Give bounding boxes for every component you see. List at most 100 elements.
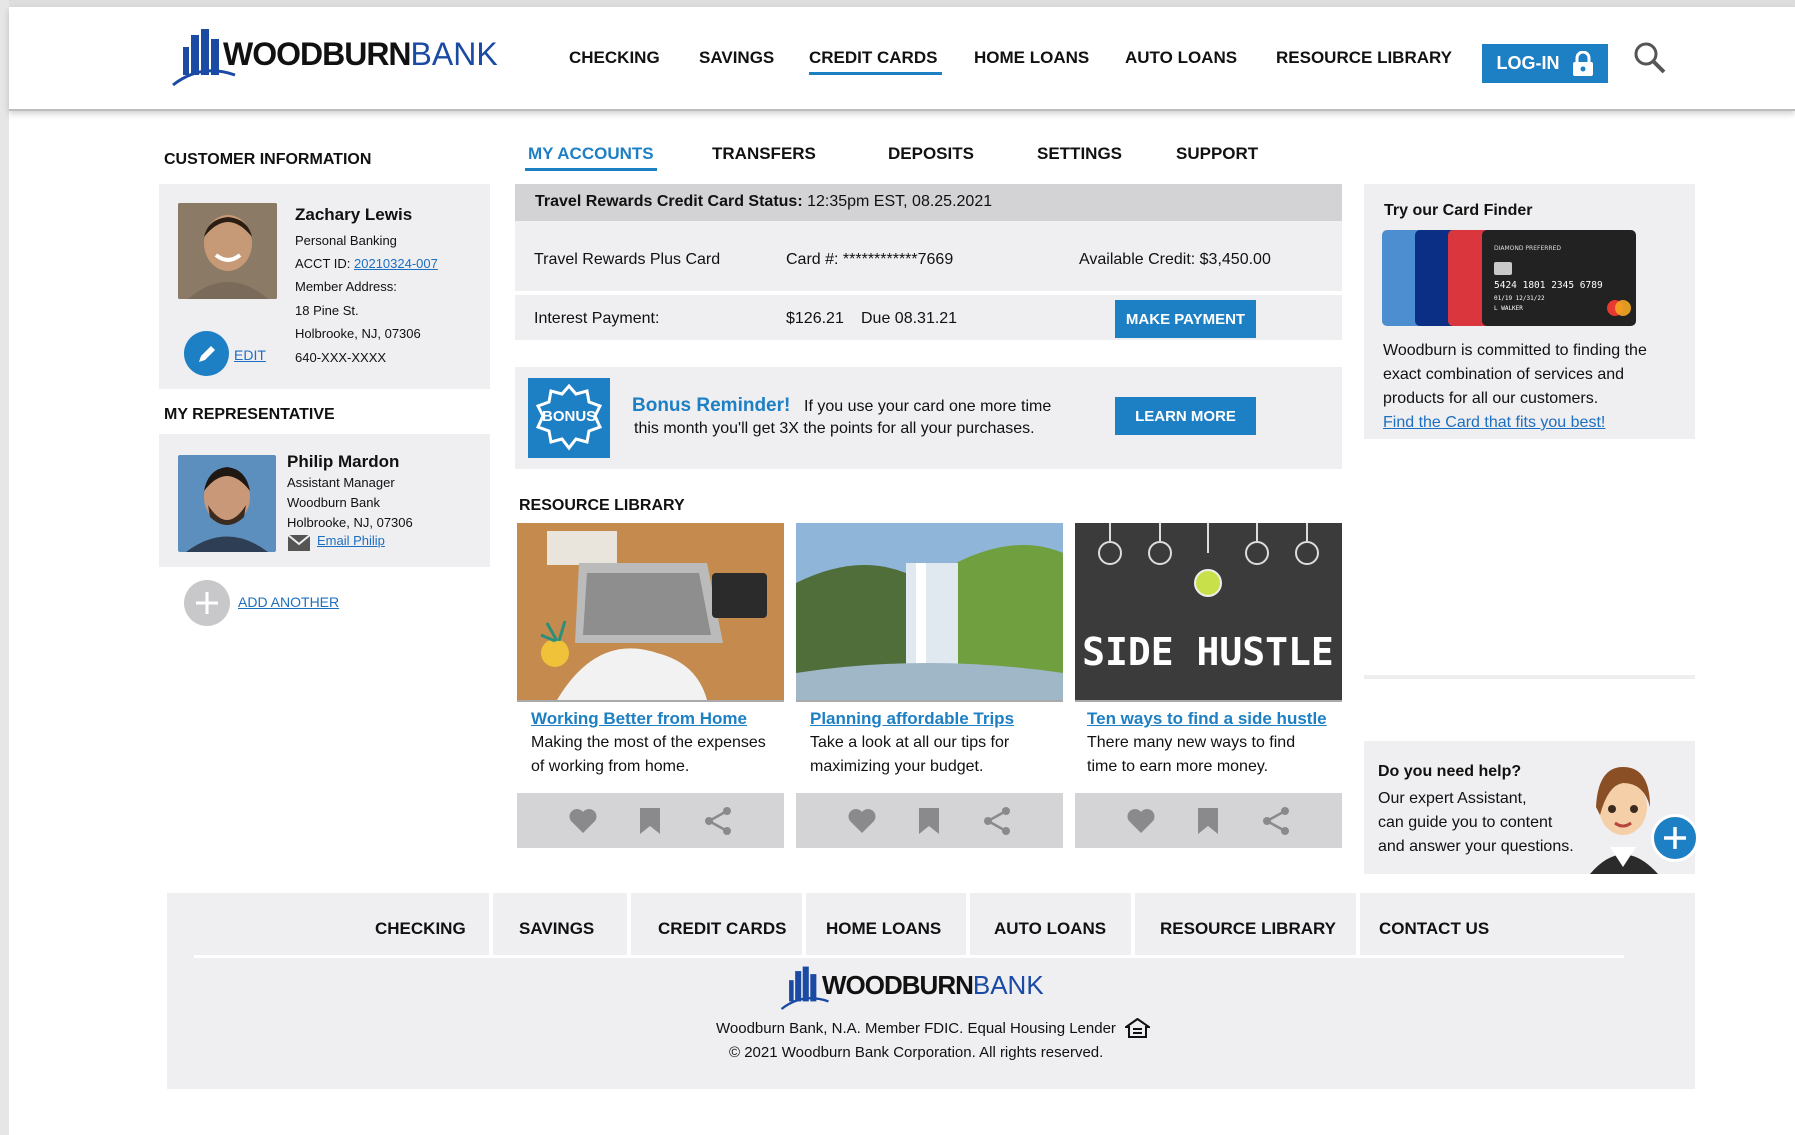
bonus-text-1: If you use your card one more time — [804, 398, 1052, 415]
customer-phone: 640-XXX-XXXX — [295, 350, 387, 365]
bookmark-icon[interactable] — [918, 807, 940, 835]
nav-home-loans[interactable]: HOME LOANS — [974, 48, 1089, 68]
logo-bank: BANK — [410, 36, 498, 72]
tab-transfers[interactable]: TRANSFERS — [712, 144, 816, 164]
footer-resource-library[interactable]: RESOURCE LIBRARY — [1160, 919, 1336, 939]
bonus-badge-text: BONUS — [542, 408, 597, 425]
card-row: Travel Rewards Plus Card Card #: *******… — [515, 221, 1342, 291]
heart-icon[interactable] — [847, 808, 877, 834]
header-logo[interactable]: WOODBURN BANK — [171, 25, 498, 87]
footer-savings[interactable]: SAVINGS — [519, 919, 594, 939]
nav-auto-loans[interactable]: AUTO LOANS — [1125, 48, 1237, 68]
footer-legal-1: Woodburn Bank, N.A. Member FDIC. Equal H… — [716, 1020, 1116, 1037]
footer-logo-wood: WOODBURN — [822, 970, 974, 1000]
footer-logo[interactable]: WOODBURN BANK — [780, 963, 1044, 1011]
help-title: Do you need help? — [1378, 763, 1522, 780]
nav-savings[interactable]: SAVINGS — [699, 48, 774, 68]
add-another-button[interactable] — [184, 580, 230, 626]
interest-due: Due 08.31.21 — [861, 310, 958, 327]
card-number: Card #: ************7669 — [786, 251, 954, 268]
learn-more-button[interactable]: LEARN MORE — [1115, 397, 1256, 435]
login-button[interactable]: LOG-IN — [1482, 44, 1608, 83]
library-card-3-line1: There many new ways to find — [1087, 734, 1296, 751]
customer-name: Zachary Lewis — [295, 205, 413, 224]
window-left-edge — [0, 0, 9, 1135]
edit-button[interactable] — [184, 331, 229, 376]
tab-support[interactable]: SUPPORT — [1176, 144, 1258, 164]
library-card-3-actions — [1075, 793, 1342, 848]
edit-link[interactable]: EDIT — [234, 347, 266, 363]
customer-city: Holbrooke, NJ, 07306 — [295, 326, 421, 341]
card-finder-text-1: Woodburn is committed to finding the — [1383, 342, 1647, 359]
share-icon[interactable] — [982, 806, 1012, 836]
footer-credit-cards[interactable]: CREDIT CARDS — [658, 919, 786, 939]
library-card-1-title[interactable]: Working Better from Home — [531, 709, 747, 729]
equal-housing-icon — [1125, 1018, 1150, 1038]
tab-settings[interactable]: SETTINGS — [1037, 144, 1122, 164]
tab-my-accounts[interactable]: MY ACCOUNTS — [528, 144, 654, 164]
email-rep-link[interactable]: Email Philip — [317, 531, 385, 551]
bonus-badge: BONUS — [528, 378, 610, 458]
library-card-2[interactable]: Planning affordable Trips Take a look at… — [796, 523, 1063, 848]
customer-info-title: CUSTOMER INFORMATION — [164, 151, 372, 168]
image-border-2 — [796, 700, 1063, 702]
bookmark-icon[interactable] — [1197, 807, 1219, 835]
add-another-link[interactable]: ADD ANOTHER — [238, 594, 339, 610]
login-label: LOG-IN — [1496, 53, 1560, 73]
representative-title: MY REPRESENTATIVE — [164, 406, 335, 423]
representative-panel: Philip Mardon Assistant Manager Woodburn… — [159, 434, 490, 567]
image-border-3 — [1075, 700, 1342, 702]
card-finder-title: Try our Card Finder — [1384, 202, 1533, 219]
heart-icon[interactable] — [1126, 808, 1156, 834]
representative-city: Holbrooke, NJ, 07306 — [287, 515, 413, 530]
footer-logo-bank: BANK — [972, 970, 1044, 1000]
footer-auto-loans[interactable]: AUTO LOANS — [994, 919, 1106, 939]
make-payment-button[interactable]: MAKE PAYMENT — [1115, 300, 1256, 338]
interest-row: Interest Payment: $126.21 Due 08.31.21 M… — [515, 295, 1342, 340]
lock-icon — [1572, 50, 1593, 76]
card-dates-text: 01/19 12/31/22 — [1494, 295, 1545, 302]
library-card-1-actions — [517, 793, 784, 848]
library-card-3-title[interactable]: Ten ways to find a side hustle — [1087, 709, 1327, 729]
share-icon[interactable] — [1261, 806, 1291, 836]
interest-label: Interest Payment: — [534, 310, 660, 327]
nav-checking[interactable]: CHECKING — [569, 48, 660, 68]
share-icon[interactable] — [703, 806, 733, 836]
status-time: 12:35pm EST, 08.25.2021 — [807, 193, 993, 210]
library-card-1[interactable]: Working Better from Home Making the most… — [517, 523, 784, 848]
side-hustle-text: SIDE HUSTLE — [1082, 630, 1334, 674]
nav-credit-cards[interactable]: CREDIT CARDS — [809, 48, 937, 68]
tab-deposits[interactable]: DEPOSITS — [888, 144, 974, 164]
bonus-title: Bonus Reminder! — [632, 395, 791, 416]
pencil-icon — [198, 345, 215, 362]
footer-legal-2: © 2021 Woodburn Bank Corporation. All ri… — [729, 1044, 1104, 1061]
customer-type: Personal Banking — [295, 233, 397, 248]
library-title: RESOURCE LIBRARY — [519, 497, 685, 514]
heart-icon[interactable] — [568, 808, 598, 834]
library-card-1-line1: Making the most of the expenses — [531, 734, 766, 751]
bonus-text-2: this month you'll get 3X the points for … — [634, 420, 1035, 437]
search-icon[interactable] — [1633, 41, 1667, 75]
plus-icon — [1664, 827, 1686, 849]
card-name: Travel Rewards Plus Card — [534, 251, 721, 268]
right-spacer — [1364, 439, 1695, 679]
footer-divider — [194, 955, 1624, 958]
footer-separator — [1356, 893, 1360, 956]
representative-role: Assistant Manager — [287, 475, 395, 490]
status-label: Travel Rewards Credit Card Status: — [535, 193, 803, 210]
library-card-3-line2: time to earn more money. — [1087, 758, 1269, 775]
help-plus-button[interactable] — [1651, 814, 1699, 862]
representative-name: Philip Mardon — [287, 452, 400, 471]
footer-checking[interactable]: CHECKING — [375, 919, 466, 939]
library-card-3[interactable]: SIDE HUSTLE Ten ways to find a side hust… — [1075, 523, 1342, 848]
card-number-text: 5424 1801 2345 6789 — [1494, 280, 1603, 291]
footer-home-loans[interactable]: HOME LOANS — [826, 919, 941, 939]
email-icon — [288, 535, 310, 551]
acct-id-link[interactable]: 20210324-007 — [354, 256, 438, 271]
library-card-2-title[interactable]: Planning affordable Trips — [810, 709, 1014, 729]
nav-resource-library[interactable]: RESOURCE LIBRARY — [1276, 48, 1452, 68]
library-card-2-line1: Take a look at all our tips for — [810, 734, 1010, 751]
bookmark-icon[interactable] — [639, 807, 661, 835]
footer-contact-us[interactable]: CONTACT US — [1379, 919, 1489, 939]
card-finder-link[interactable]: Find the Card that fits you best! — [1383, 411, 1605, 435]
